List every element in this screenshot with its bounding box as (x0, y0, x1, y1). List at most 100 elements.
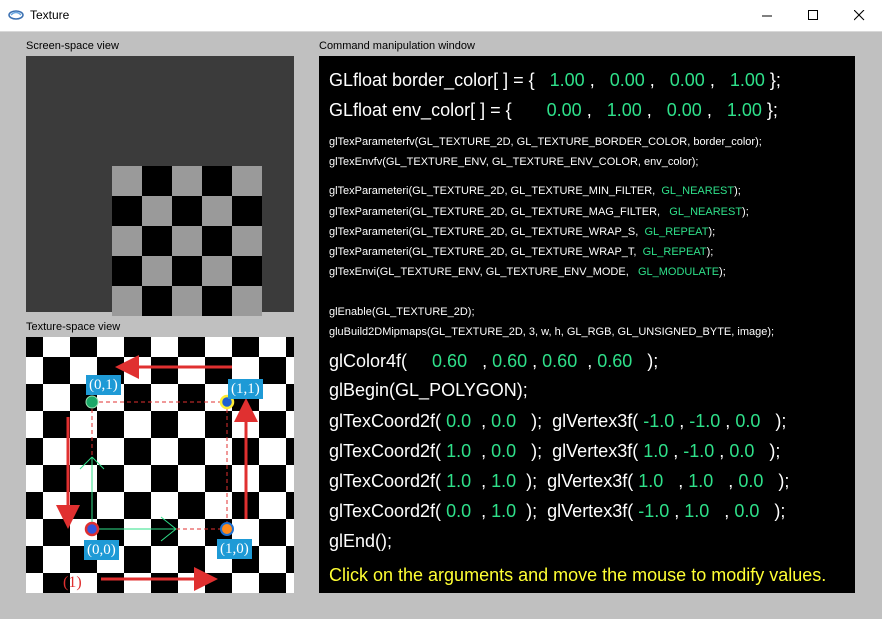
texture-checker-cell (259, 573, 286, 593)
texture-checker-cell (97, 573, 124, 593)
texcoord-3-s[interactable]: 0.0 (446, 501, 471, 521)
texcoord-3-t[interactable]: 1.0 (491, 501, 516, 521)
texture-checker-cell (205, 573, 232, 593)
wrap-s-value[interactable]: GL_REPEAT (644, 226, 708, 238)
texture-checker-cell (43, 519, 70, 546)
screen-checker-cell (142, 166, 172, 196)
screen-checker-cell (202, 256, 232, 286)
step-label: (1) (63, 574, 82, 591)
texture-checker-cell (26, 337, 43, 357)
vertex-1-y[interactable]: -1.0 (683, 441, 714, 461)
min-filter-value[interactable]: GL_NEAREST (661, 185, 734, 197)
screen-checker-cell (202, 286, 232, 316)
vertex-line-3: glTexCoord2f( 0.0 , 1.0 ); glVertex3f( -… (329, 501, 786, 521)
texture-checker-cell (70, 438, 97, 465)
end-line: glEnd(); (329, 531, 393, 551)
screen-checker-cell (112, 226, 142, 256)
texture-space-view[interactable]: (0,1) (1,1) (0,0) (1,0) (1) (26, 337, 294, 593)
mag-filter-value[interactable]: GL_NEAREST (669, 206, 742, 218)
border-color-a[interactable]: 1.00 (730, 70, 765, 90)
vertex-2-z[interactable]: 0.0 (738, 471, 763, 491)
vertex-3-z[interactable]: 0.0 (734, 501, 759, 521)
minimize-button[interactable] (744, 0, 790, 31)
screen-checker-cell (202, 196, 232, 226)
maximize-button[interactable] (790, 0, 836, 31)
texcoord-0-s[interactable]: 0.0 (446, 411, 471, 431)
env-color-g[interactable]: 1.00 (607, 100, 642, 120)
texture-checkerboard (26, 337, 294, 593)
texture-checker-cell (124, 546, 151, 573)
vertex-0-y[interactable]: -1.0 (689, 411, 720, 431)
screen-checker-cell (232, 286, 262, 316)
vertex-line-1: glTexCoord2f( 1.0 , 0.0 ); glVertex3f( 1… (329, 441, 781, 461)
corner-label-1-0: (1,0) (217, 539, 252, 559)
vertex-3-y[interactable]: 1.0 (684, 501, 709, 521)
texture-checker-cell (151, 357, 178, 384)
vertex-1-x[interactable]: 1.0 (643, 441, 668, 461)
vertex-3-x[interactable]: -1.0 (638, 501, 669, 521)
texcoord-2-t[interactable]: 1.0 (491, 471, 516, 491)
screen-checker-cell (142, 196, 172, 226)
border-color-b[interactable]: 0.00 (670, 70, 705, 90)
vertex-handle-br (220, 522, 234, 536)
vertex-line-2: glTexCoord2f( 1.0 , 1.0 ); glVertex3f( 1… (329, 471, 790, 491)
color-b[interactable]: 0.60 (542, 351, 577, 371)
maximize-icon (807, 10, 818, 20)
env-mode-line: glTexEnvi(GL_TEXTURE_ENV, GL_TEXTURE_ENV… (329, 266, 726, 278)
texture-checker-cell (286, 492, 294, 519)
texture-checker-cell (26, 546, 43, 573)
env-mode-value[interactable]: GL_MODULATE (638, 266, 719, 278)
corner-label-0-0: (0,0) (84, 540, 119, 560)
begin-line: glBegin(GL_POLYGON); (329, 380, 528, 400)
color4f-line: glColor4f( 0.60 , 0.60 , 0.60 , 0.60 ); (329, 351, 659, 371)
command-window-label: Command manipulation window (319, 40, 475, 52)
vertex-line-0: glTexCoord2f( 0.0 , 0.0 ); glVertex3f( -… (329, 411, 787, 431)
texcoord-0-t[interactable]: 0.0 (491, 411, 516, 431)
border-color-g[interactable]: 0.00 (610, 70, 645, 90)
texture-checker-cell (26, 384, 43, 411)
texture-checker-cell (124, 384, 151, 411)
border-color-line: GLfloat border_color[ ] = { 1.00 , 0.00 … (329, 70, 781, 90)
texcoord-1-s[interactable]: 1.0 (446, 441, 471, 461)
color-r[interactable]: 0.60 (432, 351, 467, 371)
texture-checker-cell (286, 337, 294, 357)
title-bar[interactable]: Texture (0, 0, 882, 32)
command-manipulation-window: GLfloat border_color[ ] = { 1.00 , 0.00 … (319, 56, 855, 593)
texture-checker-cell (97, 465, 124, 492)
screen-space-view[interactable] (26, 56, 294, 316)
screen-checker-cell (202, 226, 232, 256)
screen-checker-cell (112, 256, 142, 286)
screen-checker-cell (142, 256, 172, 286)
wrap-t-value[interactable]: GL_REPEAT (643, 246, 707, 258)
env-color-r[interactable]: 0.00 (547, 100, 582, 120)
texture-checker-cell (70, 337, 97, 357)
min-filter-line: glTexParameteri(GL_TEXTURE_2D, GL_TEXTUR… (329, 185, 741, 197)
texture-checker-cell (286, 546, 294, 573)
mag-filter-line: glTexParameteri(GL_TEXTURE_2D, GL_TEXTUR… (329, 206, 749, 218)
vertex-1-z[interactable]: 0.0 (729, 441, 754, 461)
border-color-r[interactable]: 1.00 (550, 70, 585, 90)
env-color-b[interactable]: 0.00 (667, 100, 702, 120)
vertex-2-x[interactable]: 1.0 (638, 471, 663, 491)
vertex-handle-tl (85, 395, 99, 409)
env-color-line: GLfloat env_color[ ] = { 0.00 , 1.00 , 0… (329, 100, 778, 120)
texcoord-1-t[interactable]: 0.0 (491, 441, 516, 461)
texcoord-2-s[interactable]: 1.0 (446, 471, 471, 491)
rendered-polygon (112, 166, 262, 316)
close-button[interactable] (836, 0, 882, 31)
texture-checker-cell (151, 519, 178, 546)
screen-checker-cell (112, 196, 142, 226)
wrap-t-line: glTexParameteri(GL_TEXTURE_2D, GL_TEXTUR… (329, 246, 714, 258)
texture-checker-cell (26, 438, 43, 465)
vertex-0-z[interactable]: 0.0 (735, 411, 760, 431)
texture-checker-cell (205, 411, 232, 438)
minimize-icon (761, 15, 772, 17)
screen-checker-cell (232, 226, 262, 256)
env-color-a[interactable]: 1.00 (727, 100, 762, 120)
vertex-2-y[interactable]: 1.0 (688, 471, 713, 491)
vertex-0-x[interactable]: -1.0 (643, 411, 674, 431)
texture-checker-cell (151, 411, 178, 438)
color-g[interactable]: 0.60 (492, 351, 527, 371)
color-a[interactable]: 0.60 (597, 351, 632, 371)
mipmaps-line: gluBuild2DMipmaps(GL_TEXTURE_2D, 3, w, h… (329, 326, 775, 338)
